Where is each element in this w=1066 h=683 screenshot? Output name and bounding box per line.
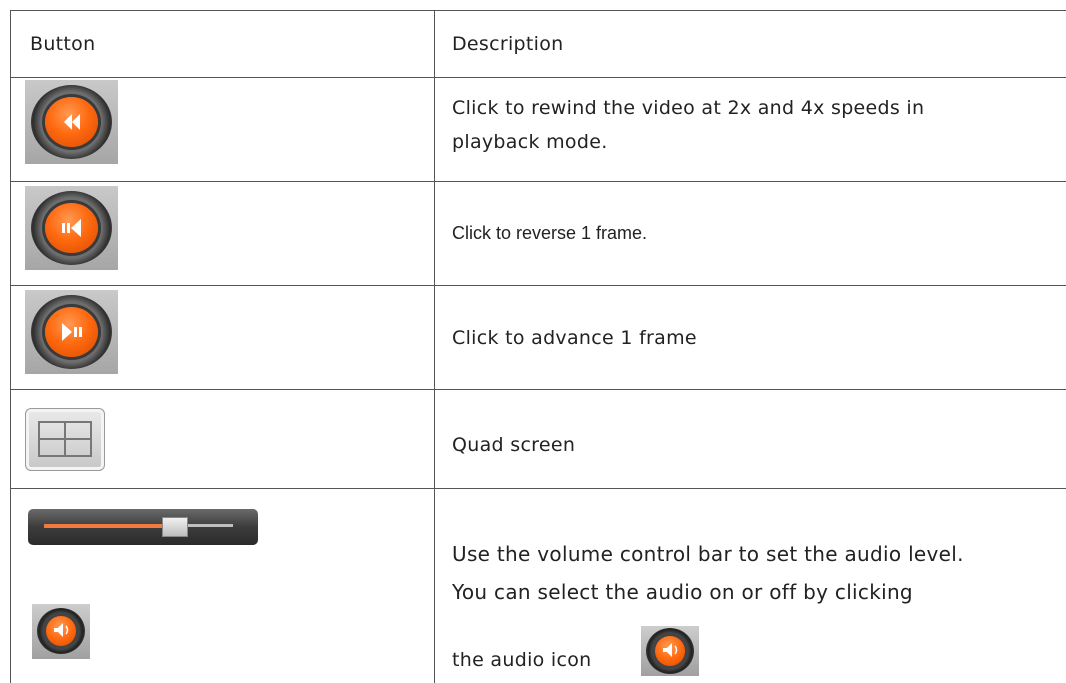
table-border-left: [10, 10, 11, 683]
row-volume-description-line2: You can select the audio on or off by cl…: [452, 580, 913, 604]
header-description: Description: [452, 33, 564, 55]
volume-slider[interactable]: [28, 509, 258, 545]
row-rewind-description-line1: Click to rewind the video at 2x and 4x s…: [452, 97, 925, 119]
volume-track-remaining: [187, 524, 233, 527]
table-border-top: [10, 10, 1066, 11]
header-button: Button: [30, 33, 96, 55]
row-volume-description-line3: the audio icon: [452, 649, 592, 671]
frame-advance-icon: [62, 323, 82, 341]
row-frame-reverse-description: Click to reverse 1 frame.: [452, 223, 648, 243]
rewind-icon: [64, 114, 80, 130]
row-quad-screen-description: Quad screen: [452, 434, 576, 456]
row-rewind-description-line2: playback mode.: [452, 131, 608, 153]
quad-screen-icon: [38, 421, 92, 457]
column-divider: [434, 10, 435, 683]
audio-icon-inline: [641, 626, 699, 676]
volume-track: [44, 524, 174, 528]
speaker-icon: [663, 643, 678, 657]
rewind-button[interactable]: [25, 80, 118, 164]
row-divider: [10, 77, 1066, 78]
volume-thumb[interactable]: [162, 517, 188, 537]
row-divider: [10, 181, 1066, 182]
row-divider: [10, 285, 1066, 286]
frame-reverse-icon: [62, 219, 81, 237]
row-frame-advance-description: Click to advance 1 frame: [452, 327, 697, 349]
row-divider: [10, 389, 1066, 390]
frame-advance-button[interactable]: [25, 290, 118, 374]
frame-reverse-button[interactable]: [25, 186, 118, 270]
quad-screen-button[interactable]: [25, 408, 105, 471]
button-description-table: Button Description Click to rewind the v…: [0, 0, 1066, 683]
row-divider: [10, 488, 1066, 489]
speaker-icon: [54, 623, 69, 637]
row-volume-description-line1: Use the volume control bar to set the au…: [452, 542, 964, 566]
audio-button[interactable]: [32, 604, 90, 659]
